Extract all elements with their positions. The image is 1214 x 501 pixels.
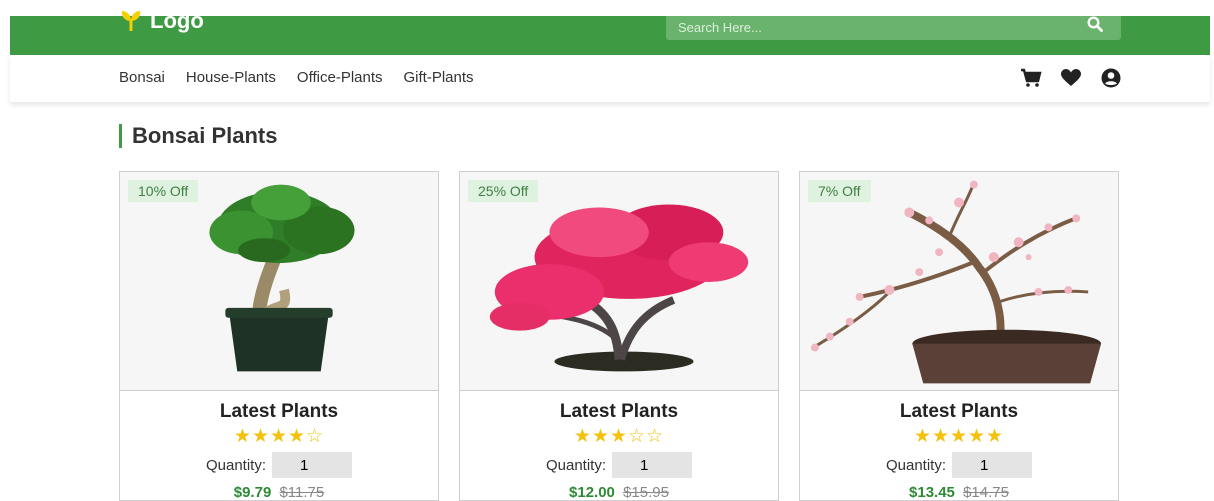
original-price: $14.75 <box>963 484 1009 501</box>
leaf-logo-icon <box>121 11 141 31</box>
bonsai-azalea-image <box>489 204 749 372</box>
quantity-row: Quantity: <box>460 452 778 478</box>
nav-item-office-plants[interactable]: Office-Plants <box>297 69 383 86</box>
original-price: $11.75 <box>279 484 325 501</box>
quantity-row: Quantity: <box>120 452 438 478</box>
quantity-label: Quantity: <box>205 456 267 474</box>
product-image[interactable]: 25% Off <box>460 172 778 391</box>
price-row: $13.45 $14.75 <box>800 484 1118 501</box>
discount-badge: 10% Off <box>128 180 199 202</box>
price-row: $12.00 $15.95 <box>460 484 778 501</box>
search-input[interactable] <box>666 16 1090 38</box>
section-title: Bonsai Plants <box>119 124 277 148</box>
quantity-input[interactable] <box>612 452 693 478</box>
product-card[interactable]: 10% Off Latest Plants ★★★★☆ Quantity: $9… <box>119 171 439 501</box>
quantity-input[interactable] <box>952 452 1033 478</box>
price-row: $9.79 $11.75 <box>120 484 438 501</box>
original-price: $15.95 <box>623 484 669 501</box>
logo[interactable]: Logo <box>118 8 204 34</box>
user-icon[interactable] <box>1100 68 1122 88</box>
nav-item-house-plants[interactable]: House-Plants <box>186 69 276 86</box>
bonsai-cherry-blossom-image <box>810 180 1102 384</box>
sale-price: $13.45 <box>909 484 955 501</box>
product-title: Latest Plants <box>899 401 1019 422</box>
product-image[interactable]: 10% Off <box>120 172 438 391</box>
discount-badge: 7% Off <box>808 180 871 202</box>
search-bar <box>666 16 1121 40</box>
quantity-input[interactable] <box>272 452 353 478</box>
nav-icons <box>1020 68 1122 88</box>
rating-stars: ★★★☆☆ <box>573 426 665 447</box>
heart-icon[interactable] <box>1060 68 1082 88</box>
product-image[interactable]: 7% Off <box>800 172 1118 391</box>
search-icon[interactable] <box>1087 16 1103 32</box>
discount-badge: 25% Off <box>468 180 539 202</box>
quantity-label: Quantity: <box>545 456 607 474</box>
nav-item-bonsai[interactable]: Bonsai <box>119 69 165 86</box>
product-card[interactable]: 7% Off Latest Plants ★★★★★ Quantity: 1 $… <box>799 171 1119 501</box>
top-header: Logo <box>10 8 1210 55</box>
quantity-label: Quantity: <box>885 456 947 474</box>
cart-icon[interactable] <box>1020 68 1042 88</box>
sale-price: $12.00 <box>569 484 615 501</box>
sale-price: $9.79 <box>233 484 272 501</box>
product-title: Latest Plants <box>559 401 679 422</box>
product-card[interactable]: 25% Off Latest Plants ★★★☆☆ Quantity: $1… <box>459 171 779 501</box>
logo-text: Logo <box>150 8 204 33</box>
nav-item-gift-plants[interactable]: Gift-Plants <box>404 69 474 86</box>
nav-links: Bonsai House-Plants Office-Plants Gift-P… <box>119 69 474 86</box>
quantity-row: Quantity: <box>800 452 1118 478</box>
rating-stars: ★★★★☆ <box>233 426 325 447</box>
rating-stars: ★★★★★ <box>913 426 1005 447</box>
product-title: Latest Plants <box>219 401 339 422</box>
bonsai-ficus-image <box>209 184 355 372</box>
category-navbar: Bonsai House-Plants Office-Plants Gift-P… <box>10 55 1210 102</box>
